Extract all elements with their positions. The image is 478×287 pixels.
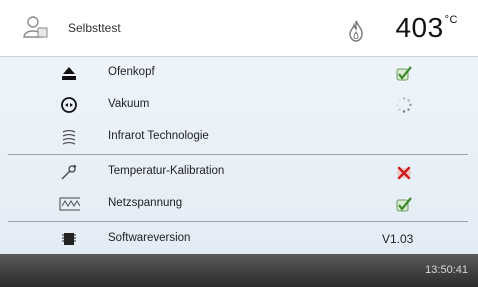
temperature-value: 403 xyxy=(395,12,444,43)
list-item-furnace-head: Ofenkopf xyxy=(0,57,478,89)
chip-icon xyxy=(62,233,76,245)
flame-icon xyxy=(349,20,363,42)
loading-spinner-icon xyxy=(396,97,412,113)
list-item-temperature-calibration: Temperatur-Kalibration xyxy=(0,156,478,188)
item-label: Temperatur-Kalibration xyxy=(108,165,225,177)
infrared-icon xyxy=(62,129,76,145)
list-item-voltage: Netzspannung xyxy=(0,188,478,220)
divider xyxy=(8,221,468,222)
header-bar: Selbsttest 403°C xyxy=(0,0,478,57)
item-label: Softwareversion xyxy=(108,232,191,244)
selftest-list: Ofenkopf Vakuum Infrarot Technologie Tem… xyxy=(0,57,478,254)
check-icon xyxy=(396,66,412,81)
user-icon[interactable] xyxy=(22,14,48,40)
item-label: Infrarot Technologie xyxy=(108,130,209,142)
list-item-infrared: Infrarot Technologie xyxy=(0,121,478,153)
item-label: Ofenkopf xyxy=(108,66,155,78)
item-label: Vakuum xyxy=(108,98,150,110)
vacuum-icon xyxy=(61,97,77,113)
voltage-icon xyxy=(59,197,80,211)
footer-bar: 13:50:41 xyxy=(0,254,478,287)
temperature-unit: °C xyxy=(444,14,458,26)
software-version-value: V1.03 xyxy=(382,232,414,246)
item-label: Netzspannung xyxy=(108,197,183,209)
list-item-software-version: Softwareversion V1.03 xyxy=(0,223,478,255)
clock: 13:50:41 xyxy=(425,264,468,276)
thermometer-calibration-icon xyxy=(61,164,77,180)
check-icon xyxy=(396,197,412,212)
temperature-display: 403°C xyxy=(395,12,458,44)
divider xyxy=(8,154,468,155)
furnace-head-icon xyxy=(62,67,76,80)
error-x-icon xyxy=(397,166,411,180)
list-item-vacuum: Vakuum xyxy=(0,89,478,121)
page-title: Selbsttest xyxy=(68,21,121,35)
